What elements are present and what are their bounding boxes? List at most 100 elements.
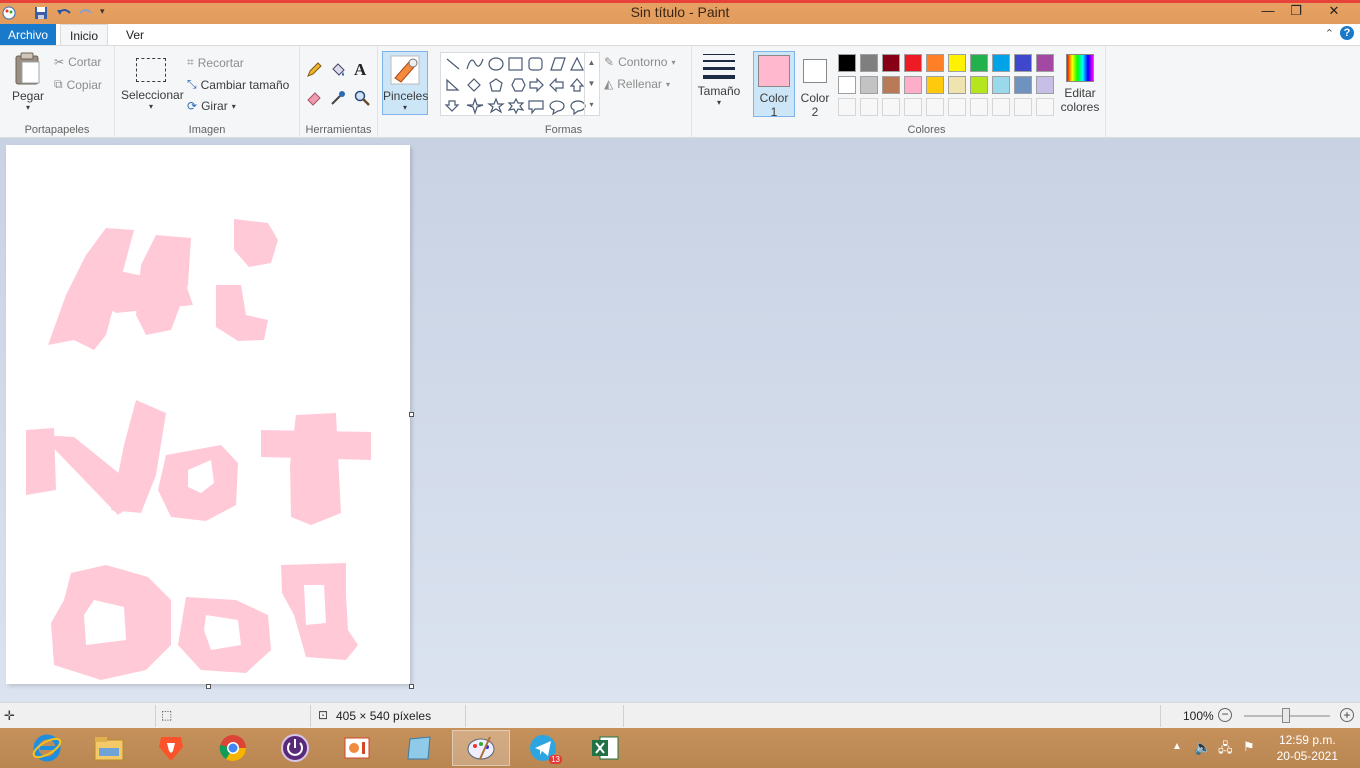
custom-color-slot-6[interactable] — [948, 98, 966, 116]
custom-color-slot-9[interactable] — [1014, 98, 1032, 116]
zoom-out-icon[interactable]: − — [1218, 708, 1232, 722]
taskbar: 13 ▲ 🔈 🖧 ⚑ 12:59 p.m. 20-05-2021 — [0, 728, 1360, 768]
eraser-icon[interactable] — [306, 90, 322, 109]
telegram-icon[interactable]: 13 — [514, 730, 572, 766]
volume-icon[interactable]: 🔈 — [1194, 739, 1211, 756]
brushes-button[interactable]: Pinceles ▾ — [382, 51, 428, 115]
scissors-icon: ✂ — [54, 55, 65, 69]
group-tools: A Herramientas — [300, 46, 378, 138]
action-center-flag-icon[interactable]: ⚑ — [1243, 739, 1255, 755]
color1-button[interactable]: Color 1 — [753, 51, 795, 119]
palette-color-1-1[interactable] — [838, 54, 856, 72]
notes-app-icon[interactable] — [390, 730, 448, 766]
palette-color-2-10[interactable] — [1036, 76, 1054, 94]
palette-color-1-4[interactable] — [904, 54, 922, 72]
palette-color-2-1[interactable] — [838, 76, 856, 94]
outline-icon: ✎ — [604, 55, 615, 69]
custom-color-slot-8[interactable] — [992, 98, 1010, 116]
copy-button[interactable]: ⧉ Copiar — [54, 77, 102, 92]
show-hidden-icons[interactable]: ▲ — [1172, 741, 1182, 752]
custom-color-slot-10[interactable] — [1036, 98, 1054, 116]
minimize-ribbon-icon[interactable]: ⌃ — [1325, 27, 1334, 40]
network-icon[interactable]: 🖧 — [1218, 739, 1233, 761]
fill-button[interactable]: ◭ Rellenar ▾ — [604, 77, 670, 91]
cut-button[interactable]: ✂ Cortar — [54, 55, 101, 69]
excel-icon[interactable] — [576, 730, 634, 766]
color1-swatch — [758, 55, 790, 87]
palette-color-2-2[interactable] — [860, 76, 878, 94]
resize-button[interactable]: ⤡ Cambiar tamaño — [187, 77, 289, 92]
select-button[interactable]: Seleccionar ▾ — [121, 58, 184, 111]
resize-handle-bottom[interactable] — [206, 684, 211, 689]
palette-color-2-5[interactable] — [926, 76, 944, 94]
palette-color-2-3[interactable] — [882, 76, 900, 94]
resize-handle-right[interactable] — [409, 412, 414, 417]
help-icon[interactable]: ? — [1340, 26, 1354, 40]
group-size: Tamaño ▾ — [692, 46, 748, 138]
tab-file[interactable]: Archivo — [0, 24, 56, 46]
shapes-scroll[interactable]: ▲ ▼ ▾ — [584, 52, 598, 116]
paint-taskbar-icon[interactable] — [452, 730, 510, 766]
text-tool-icon[interactable]: A — [354, 60, 366, 80]
line-width-icon — [703, 54, 735, 79]
palette-color-1-8[interactable] — [992, 54, 1010, 72]
palette-color-2-9[interactable] — [1014, 76, 1032, 94]
pencil-icon[interactable] — [306, 62, 322, 81]
outline-button[interactable]: ✎ Contorno ▾ — [604, 55, 675, 69]
custom-color-slot-2[interactable] — [860, 98, 878, 116]
file-explorer-icon[interactable] — [80, 730, 138, 766]
pentagon-shape-icon — [489, 78, 503, 92]
magnifier-icon[interactable] — [354, 90, 370, 109]
rotate-button[interactable]: ⟳ Girar ▾ — [187, 99, 236, 113]
tab-home[interactable]: Inicio — [60, 24, 108, 46]
telegram-badge: 13 — [549, 755, 562, 764]
palette-color-2-4[interactable] — [904, 76, 922, 94]
group-label-image: Imagen — [188, 124, 226, 136]
palette-color-1-6[interactable] — [948, 54, 966, 72]
palette-color-1-9[interactable] — [1014, 54, 1032, 72]
custom-color-slot-4[interactable] — [904, 98, 922, 116]
triangle-shape-icon — [570, 56, 584, 71]
chrome-icon[interactable] — [204, 730, 262, 766]
palette-color-1-10[interactable] — [1036, 54, 1054, 72]
rectangular-callout-shape-icon — [528, 100, 544, 115]
resize-handle-corner[interactable] — [409, 684, 414, 689]
custom-color-slot-5[interactable] — [926, 98, 944, 116]
internet-explorer-icon[interactable] — [18, 730, 76, 766]
oval-callout-shape-icon — [549, 100, 565, 116]
palette-color-1-3[interactable] — [882, 54, 900, 72]
palette-color-1-5[interactable] — [926, 54, 944, 72]
tab-view[interactable]: Ver — [116, 24, 154, 46]
custom-color-slot-1[interactable] — [838, 98, 856, 116]
palette-color-2-7[interactable] — [970, 76, 988, 94]
brave-browser-icon[interactable] — [142, 730, 200, 766]
paste-button[interactable]: Pegar ▾ — [8, 52, 48, 112]
zoom-slider-thumb[interactable] — [1282, 708, 1290, 723]
palette-color-2-8[interactable] — [992, 76, 1010, 94]
paste-icon — [15, 52, 40, 85]
palette-color-1-2[interactable] — [860, 54, 878, 72]
power-app-icon[interactable] — [266, 730, 324, 766]
fill-bucket-icon[interactable] — [330, 62, 346, 81]
office-app-icon[interactable] — [328, 730, 386, 766]
color-wheel-icon — [1066, 54, 1094, 82]
size-button[interactable]: Tamaño ▾ — [696, 54, 742, 107]
restore-button[interactable]: ❐ — [1282, 3, 1310, 21]
drawing-canvas[interactable] — [6, 145, 410, 684]
palette-color-1-7[interactable] — [970, 54, 988, 72]
palette-color-2-6[interactable] — [948, 76, 966, 94]
rectangle-shape-icon — [508, 57, 523, 71]
close-button[interactable]: ✕ — [1320, 3, 1348, 21]
custom-color-slot-7[interactable] — [970, 98, 988, 116]
zoom-in-icon[interactable]: + — [1340, 708, 1354, 722]
group-shapes: ▲ ▼ ▾ ✎ Contorno ▾ ◭ Rellenar ▾ Formas — [436, 46, 692, 138]
clock[interactable]: 12:59 p.m. 20-05-2021 — [1277, 732, 1338, 764]
color2-button[interactable]: Color 2 — [796, 51, 834, 119]
color-picker-icon[interactable] — [330, 90, 346, 109]
edit-colors-button[interactable]: Editar colores — [1058, 54, 1102, 114]
crop-button[interactable]: ⌗ Recortar — [187, 55, 244, 70]
zoom-level: 100% — [1183, 709, 1214, 723]
right-arrow-shape-icon — [529, 77, 544, 93]
minimize-button[interactable]: — — [1254, 3, 1282, 21]
custom-color-slot-3[interactable] — [882, 98, 900, 116]
